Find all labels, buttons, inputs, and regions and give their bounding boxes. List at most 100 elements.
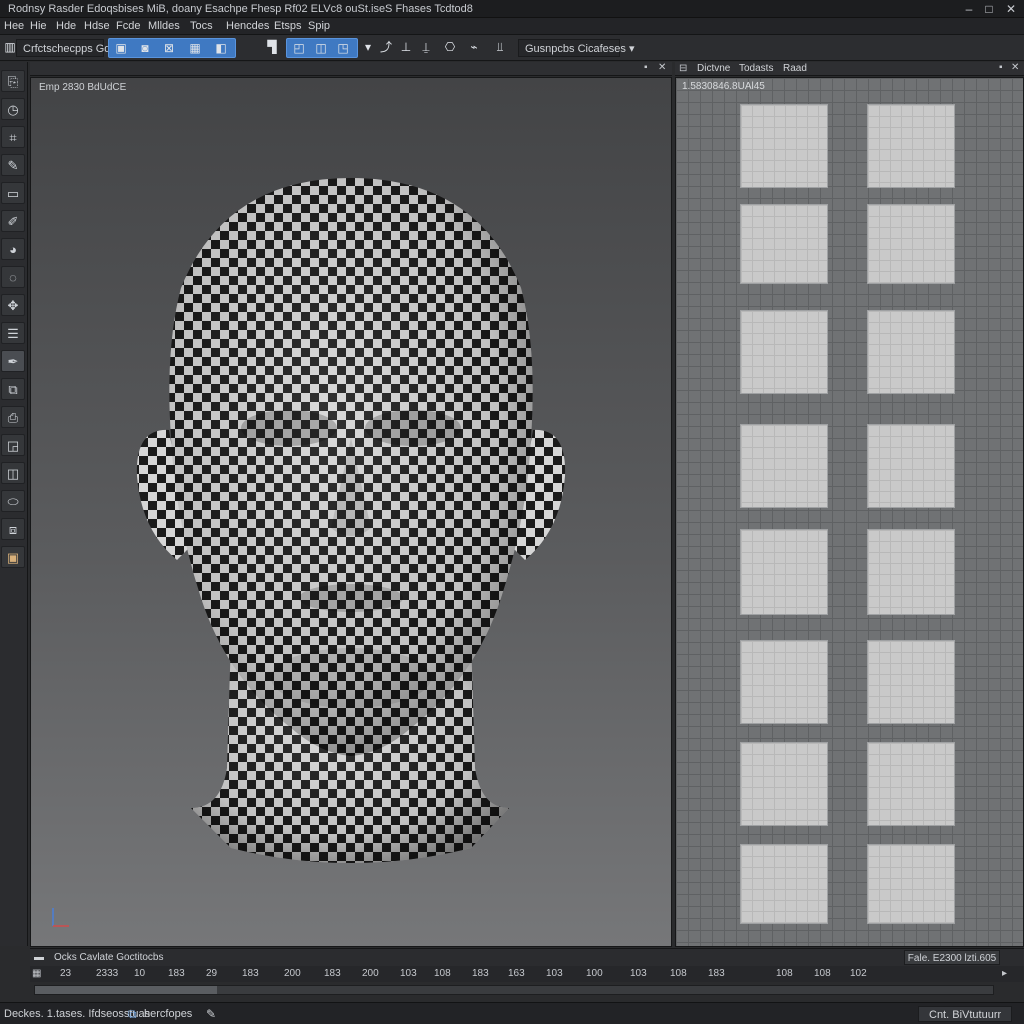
frame-display[interactable]: Fale. E2300 lzti.605 [904, 950, 1000, 965]
frame-tick: 29 [206, 968, 218, 979]
uv-island[interactable] [867, 844, 955, 924]
fill-tool-icon[interactable]: ◕ [1, 238, 25, 260]
move-icon[interactable]: ⊠ [159, 39, 179, 57]
timeline-end-icon[interactable]: ▸ [1002, 968, 1007, 979]
menu-item[interactable]: Fcde [116, 20, 140, 32]
frame-tick: 183 [168, 968, 185, 979]
eraser-tool-icon[interactable]: ⬭ [1, 490, 25, 512]
preset-chooser[interactable]: Gusnpcbs Cicafeses ▾ [518, 39, 634, 57]
frame-tick: 108 [434, 968, 451, 979]
uv-editor[interactable]: 1.5830846.8UAl45 [675, 77, 1024, 947]
uv-island[interactable] [740, 104, 828, 188]
uv-island[interactable] [867, 424, 955, 508]
uv-island[interactable] [867, 204, 955, 284]
timeline-grip-icon: ▬ [34, 952, 44, 963]
uv-island[interactable] [740, 529, 828, 615]
grid-icon[interactable]: ▦ [185, 39, 205, 57]
align-icon[interactable]: ⊥ [396, 38, 416, 56]
arrow-icon[interactable]: ⤴ [376, 38, 396, 56]
uv-island[interactable] [740, 640, 828, 724]
viewport-menu-icon[interactable]: ▪ [644, 62, 648, 73]
menu-item[interactable]: Tocs [190, 20, 213, 32]
head-model[interactable] [31, 78, 671, 946]
layers-tool-icon[interactable]: ⧈ [1, 518, 25, 540]
uv-island[interactable] [740, 742, 828, 826]
uv-island[interactable] [740, 310, 828, 394]
frame-tick: 183 [242, 968, 259, 979]
close-button[interactable]: ✕ [1002, 2, 1020, 16]
mode-dropdown[interactable]: Crfctschecpps Gdt ▾ [16, 39, 122, 57]
chevron-down-icon: ▾ [628, 43, 635, 55]
axis-gizmo [52, 908, 69, 927]
uv-island[interactable] [867, 104, 955, 188]
uv-island[interactable] [740, 424, 828, 508]
menu-item[interactable]: Mlldes [148, 20, 180, 32]
tab-todasts[interactable]: Todasts [739, 63, 773, 74]
lock-icon[interactable]: ◫ [311, 39, 331, 57]
menu-item[interactable]: Hie [30, 20, 47, 32]
status-button[interactable]: Cnt. BiVtutuurr [918, 1006, 1013, 1022]
timeline-ruler[interactable]: ▦ 23 2333 10 183 29 183 200 183 200 103 … [30, 966, 1024, 982]
keyframe-icon[interactable]: ▦ [32, 968, 41, 979]
chevron-down-icon[interactable]: ▾ [358, 38, 378, 56]
3d-viewport[interactable]: Emp 2830 BdUdCE [30, 77, 672, 947]
scrubber-progress [35, 986, 218, 994]
copy-tool-icon[interactable]: ⧉ [1, 378, 25, 400]
link-icon[interactable]: ⌁ [464, 38, 484, 56]
uv-coordinates-label: 1.5830846.8UAl45 [682, 81, 765, 92]
uv-island[interactable] [867, 640, 955, 724]
uv-island[interactable] [740, 844, 828, 924]
scale-icon[interactable]: ◧ [211, 39, 231, 57]
cut-tool-icon[interactable]: ⌗ [1, 126, 25, 148]
menu-item[interactable]: Hencdes [226, 20, 269, 32]
image-tool-icon[interactable]: ▣ [1, 546, 25, 568]
box-tool-icon[interactable]: ▭ [1, 182, 25, 204]
close-icon[interactable]: ✕ [658, 62, 666, 73]
pin-icon[interactable]: ⍊ [416, 38, 436, 56]
panel-options-icon[interactable]: ▪ [999, 62, 1003, 73]
tab-dictvne[interactable]: Dictvne [697, 63, 730, 74]
tab-raad[interactable]: Raad [783, 63, 807, 74]
menu-item[interactable]: Spip [308, 20, 330, 32]
cube-icon[interactable]: ◳ [333, 39, 353, 57]
maximize-button[interactable]: □ [980, 2, 998, 16]
uv-island[interactable] [867, 742, 955, 826]
uv-island[interactable] [740, 204, 828, 284]
uv-island[interactable] [867, 310, 955, 394]
lasso-icon[interactable]: ◰ [289, 39, 309, 57]
head-mesh [136, 178, 566, 863]
frame-tick: 108 [814, 968, 831, 979]
close-icon[interactable]: ✕ [1011, 62, 1019, 73]
window-title: Rodnsy Rasder Edoqsbises MiB, doany Esac… [8, 3, 473, 15]
menu-item[interactable]: Hee [4, 20, 24, 32]
panel-menu-icon[interactable]: ⊟ [679, 63, 687, 74]
move-tool-icon[interactable]: ✥ [1, 294, 25, 316]
transform-tool-group: ▣ ◙ ⊠ ▦ ◧ [108, 38, 236, 58]
rotate-tool-icon[interactable]: ◷ [1, 98, 25, 120]
split-tool-icon[interactable]: ◫ [1, 462, 25, 484]
frame-tick: 23 [60, 968, 72, 979]
status-tab-label[interactable]: hercfopes [144, 1008, 192, 1020]
pen-icon[interactable]: ✎ [206, 1007, 216, 1021]
menu-item[interactable]: Hde [56, 20, 76, 32]
select-tool-icon[interactable]: ⎘ [1, 70, 25, 92]
timeline-header: ▬ Ocks Cavlate Goctitocbs Fale. E2300 lz… [30, 948, 1024, 966]
minimize-button[interactable]: – [960, 2, 978, 16]
pen-tool-icon[interactable]: ✒ [1, 350, 25, 372]
stamp-tool-icon[interactable]: ⎙ [1, 406, 25, 428]
brush-tool-icon[interactable]: ✎ [1, 154, 25, 176]
camera-icon[interactable]: ◙ [135, 39, 155, 57]
list-tool-icon[interactable]: ☰ [1, 322, 25, 344]
menu-item[interactable]: Hdse [84, 20, 110, 32]
uv-island[interactable] [867, 529, 955, 615]
menu-item[interactable]: Etsps [274, 20, 302, 32]
stamp-icon[interactable]: ⎔ [440, 38, 460, 56]
timeline-scrubber[interactable] [34, 985, 994, 995]
paint-icon[interactable]: ▜ [262, 38, 282, 56]
frame-tick: 10 [134, 968, 146, 979]
chart-icon[interactable]: ⫫ [490, 38, 510, 56]
frame-tool-icon[interactable]: ◲ [1, 434, 25, 456]
pencil-tool-icon[interactable]: ✐ [1, 210, 25, 232]
select-icon[interactable]: ▣ [111, 39, 131, 57]
lasso-tool-icon[interactable]: ◌ [1, 266, 25, 288]
